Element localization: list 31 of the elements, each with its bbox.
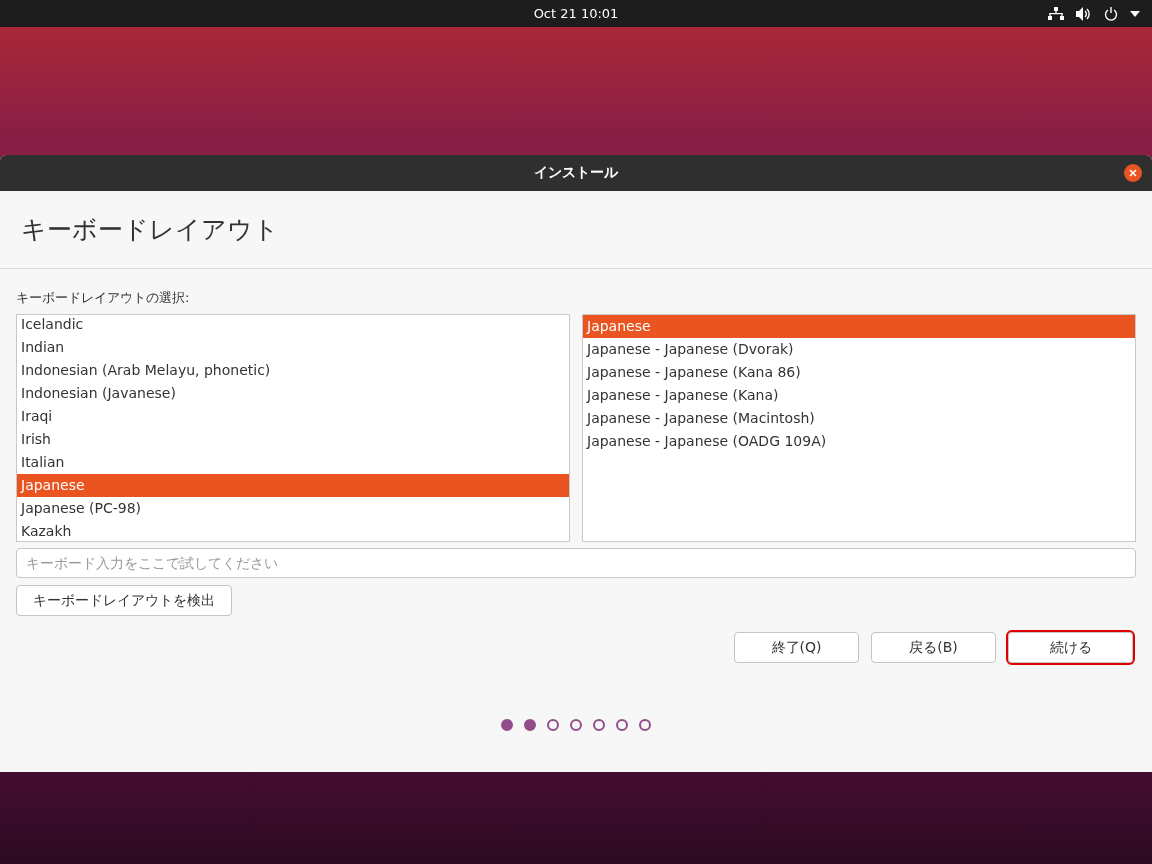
clock[interactable]: Oct 21 10:01 <box>533 6 619 21</box>
layout-item[interactable]: Indonesian (Javanese) <box>17 382 569 405</box>
close-button[interactable] <box>1124 164 1142 182</box>
volume-icon[interactable] <box>1076 6 1092 21</box>
layout-item[interactable]: Indonesian (Arab Melayu, phonetic) <box>17 359 569 382</box>
layout-item[interactable]: Italian <box>17 451 569 474</box>
variant-item[interactable]: Japanese - Japanese (Kana 86) <box>583 361 1135 384</box>
variant-item[interactable]: Japanese - Japanese (Dvorak) <box>583 338 1135 361</box>
window-title: インストール <box>534 164 618 182</box>
close-icon[interactable] <box>1129 169 1137 177</box>
layout-item[interactable]: Irish <box>17 428 569 451</box>
variant-item[interactable]: Japanese - Japanese (Kana) <box>583 384 1135 407</box>
variant-item[interactable]: Japanese - Japanese (Macintosh) <box>583 407 1135 430</box>
action-button[interactable]: 戻る(B) <box>871 632 996 663</box>
network-icon[interactable] <box>1048 6 1064 21</box>
layout-item[interactable]: Indian <box>17 336 569 359</box>
test-input-field[interactable]: キーボード入力をここで試してください <box>16 548 1136 578</box>
layout-item[interactable]: Kazakh <box>17 520 569 541</box>
layout-item[interactable]: Icelandic <box>17 315 569 336</box>
layout-item[interactable]: Japanese (PC-98) <box>17 497 569 520</box>
layout-item[interactable]: Iraqi <box>17 405 569 428</box>
layout-item[interactable]: Japanese <box>17 474 569 497</box>
layout-label: キーボードレイアウトの選択: <box>16 289 191 307</box>
power-icon[interactable] <box>1104 6 1118 21</box>
variant-item[interactable]: Japanese <box>583 315 1135 338</box>
caret-icon[interactable] <box>1130 10 1140 17</box>
variant-item[interactable]: Japanese - Japanese (OADG 109A) <box>583 430 1135 453</box>
detect-button[interactable]: キーボードレイアウトを検出 <box>16 585 232 616</box>
action-button[interactable]: 終了(Q) <box>734 632 859 663</box>
action-button[interactable]: 続ける <box>1008 632 1133 663</box>
page-heading: キーボードレイアウト <box>21 214 279 246</box>
